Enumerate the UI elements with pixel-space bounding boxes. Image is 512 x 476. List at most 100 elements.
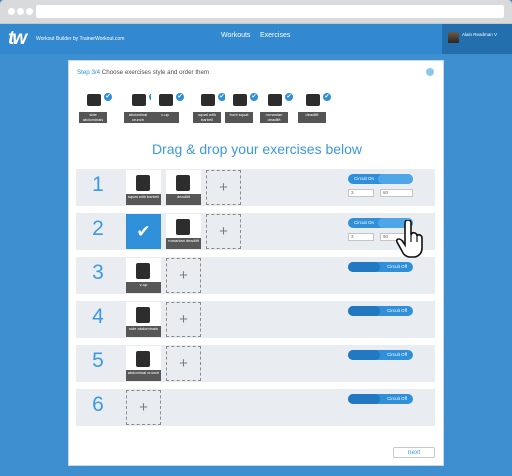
exercise-slot[interactable]: deadlift: [166, 170, 201, 205]
palette-exercise[interactable]: ✔ deadlift: [298, 88, 331, 123]
nav-exercises[interactable]: Exercises: [260, 32, 290, 39]
add-exercise-slot[interactable]: +: [126, 390, 161, 425]
step-number: Step 3/4: [77, 69, 101, 76]
selected-slot[interactable]: ✔: [126, 214, 161, 249]
circuit-row[interactable]: 3 v-up + Circuit Off: [76, 257, 435, 294]
circuit-label: Circuit Off: [387, 308, 407, 313]
circuit-row[interactable]: 5 abdominal crunch + Circuit Off: [76, 345, 435, 382]
exercise-slot[interactable]: squat with barbell: [126, 170, 161, 205]
row-number: 5: [92, 349, 104, 372]
toggle-knob[interactable]: [378, 174, 413, 184]
circuit-toggle[interactable]: Circuit Off: [348, 350, 413, 360]
info-icon[interactable]: [426, 68, 434, 76]
check-icon: ✔: [285, 93, 293, 101]
pointer-hand-icon: [396, 220, 423, 258]
circuit-label: Circuit Off: [387, 264, 407, 269]
exercise-label: deadlift: [298, 112, 326, 123]
palette-exercise[interactable]: ✔abdominal crunch: [124, 88, 157, 123]
circuit-toggle[interactable]: Circuit Off: [348, 394, 413, 404]
circuit-row[interactable]: 2 ✔ romanian deadlift + Circuit On 3 90: [76, 213, 435, 250]
browser-chrome: [0, 0, 512, 24]
circuit-label: Circuit On: [354, 220, 375, 225]
exercise-label: v-up: [126, 282, 161, 293]
reps-input[interactable]: 3: [348, 233, 374, 241]
exercise-label: abdominal crunch: [126, 370, 161, 381]
avatar: [448, 32, 459, 43]
logo[interactable]: tw: [8, 28, 27, 50]
palette-exercise[interactable]: ✔ side abdominals: [79, 88, 112, 123]
check-icon: ✔: [250, 93, 258, 101]
exercise-slot[interactable]: abdominal crunch: [126, 346, 161, 381]
add-exercise-slot[interactable]: +: [206, 214, 241, 249]
exercise-slot[interactable]: side abdominals: [126, 302, 161, 337]
step-label: Step 3/4 Choose exercises style and orde…: [77, 69, 209, 76]
toggle-knob[interactable]: [348, 350, 380, 360]
palette-exercise[interactable]: ✔ romanian deadlift: [260, 88, 293, 123]
circuit-row[interactable]: 4 side abdominals + Circuit Off: [76, 301, 435, 338]
drop-title: Drag & drop your exercises below: [151, 141, 363, 157]
toggle-knob[interactable]: [348, 306, 380, 316]
circuit-toggle[interactable]: Circuit Off: [348, 306, 413, 316]
check-icon: ✔: [323, 93, 331, 101]
palette-exercise[interactable]: ✔ v-up: [151, 88, 184, 123]
plus-icon: +: [139, 399, 148, 416]
exercise-label: romanian deadlift: [260, 112, 288, 123]
browser-window: tw Workout Builder by TrainerWorkout.com…: [0, 0, 512, 476]
exercise-thumbnail: [151, 88, 179, 112]
exercise-thumbnail: [298, 88, 326, 112]
check-icon: ✔: [104, 93, 112, 101]
reps-input[interactable]: 3: [348, 189, 374, 197]
toggle-knob[interactable]: [348, 262, 380, 272]
palette-exercise[interactable]: ✔ squat with barbell: [193, 88, 226, 123]
plus-icon: +: [179, 311, 188, 328]
exercise-slot[interactable]: romanian deadlift: [166, 214, 201, 249]
close-dot[interactable]: [8, 8, 15, 15]
address-bar[interactable]: [36, 5, 504, 18]
add-exercise-slot[interactable]: +: [166, 302, 201, 337]
rest-input[interactable]: 60: [380, 189, 413, 197]
maximize-dot[interactable]: [26, 8, 33, 15]
user-menu[interactable]: Alain Readman V: [442, 24, 512, 54]
circuit-row[interactable]: 1 squat with barbell deadlift + Circuit On 3 6…: [76, 169, 435, 206]
nav-workouts[interactable]: Workouts: [221, 32, 250, 39]
exercise-thumbnail: [124, 88, 152, 112]
next-button[interactable]: next: [393, 447, 435, 458]
row-number: 3: [92, 261, 104, 284]
exercise-label: squat with barbell: [126, 194, 161, 205]
exercise-thumbnail: [79, 88, 107, 112]
row-number: 1: [92, 173, 104, 196]
exercise-label: squat with barbell: [193, 112, 221, 123]
exercise-label: side abdominals: [79, 112, 107, 123]
exercise-label: deadlift: [166, 194, 201, 205]
circuit-row[interactable]: 6 + Circuit Off: [76, 389, 435, 426]
minimize-dot[interactable]: [17, 8, 24, 15]
exercise-thumbnail: [260, 88, 288, 112]
exercise-label: v-up: [151, 112, 179, 123]
exercise-label: side abdominals: [126, 326, 161, 337]
check-icon: ✔: [136, 222, 151, 241]
plus-icon: +: [219, 223, 228, 240]
plus-icon: +: [179, 355, 188, 372]
exercise-thumbnail: [225, 88, 253, 112]
user-name: Alain Readman V: [462, 32, 498, 37]
exercise-slot[interactable]: v-up: [126, 258, 161, 293]
palette-exercise[interactable]: ✔ front squat: [225, 88, 258, 123]
exercise-thumbnail: [193, 88, 221, 112]
add-exercise-slot[interactable]: +: [166, 346, 201, 381]
circuit-toggle[interactable]: Circuit On: [348, 174, 413, 184]
add-exercise-slot[interactable]: +: [206, 170, 241, 205]
plus-icon: +: [219, 179, 228, 196]
circuit-label: Circuit Off: [387, 352, 407, 357]
app-header: tw Workout Builder by TrainerWorkout.com…: [0, 24, 512, 54]
circuit-label: Circuit Off: [387, 396, 407, 401]
circuit-label: Circuit On: [354, 176, 375, 181]
add-exercise-slot[interactable]: +: [166, 258, 201, 293]
row-number: 2: [92, 217, 104, 240]
toggle-knob[interactable]: [348, 394, 380, 404]
circuit-toggle[interactable]: Circuit Off: [348, 262, 413, 272]
builder-card: Step 3/4 Choose exercises style and orde…: [68, 60, 444, 466]
check-icon: ✔: [176, 93, 184, 101]
row-number: 4: [92, 305, 104, 328]
plus-icon: +: [179, 267, 188, 284]
exercise-label: front squat: [225, 112, 253, 123]
